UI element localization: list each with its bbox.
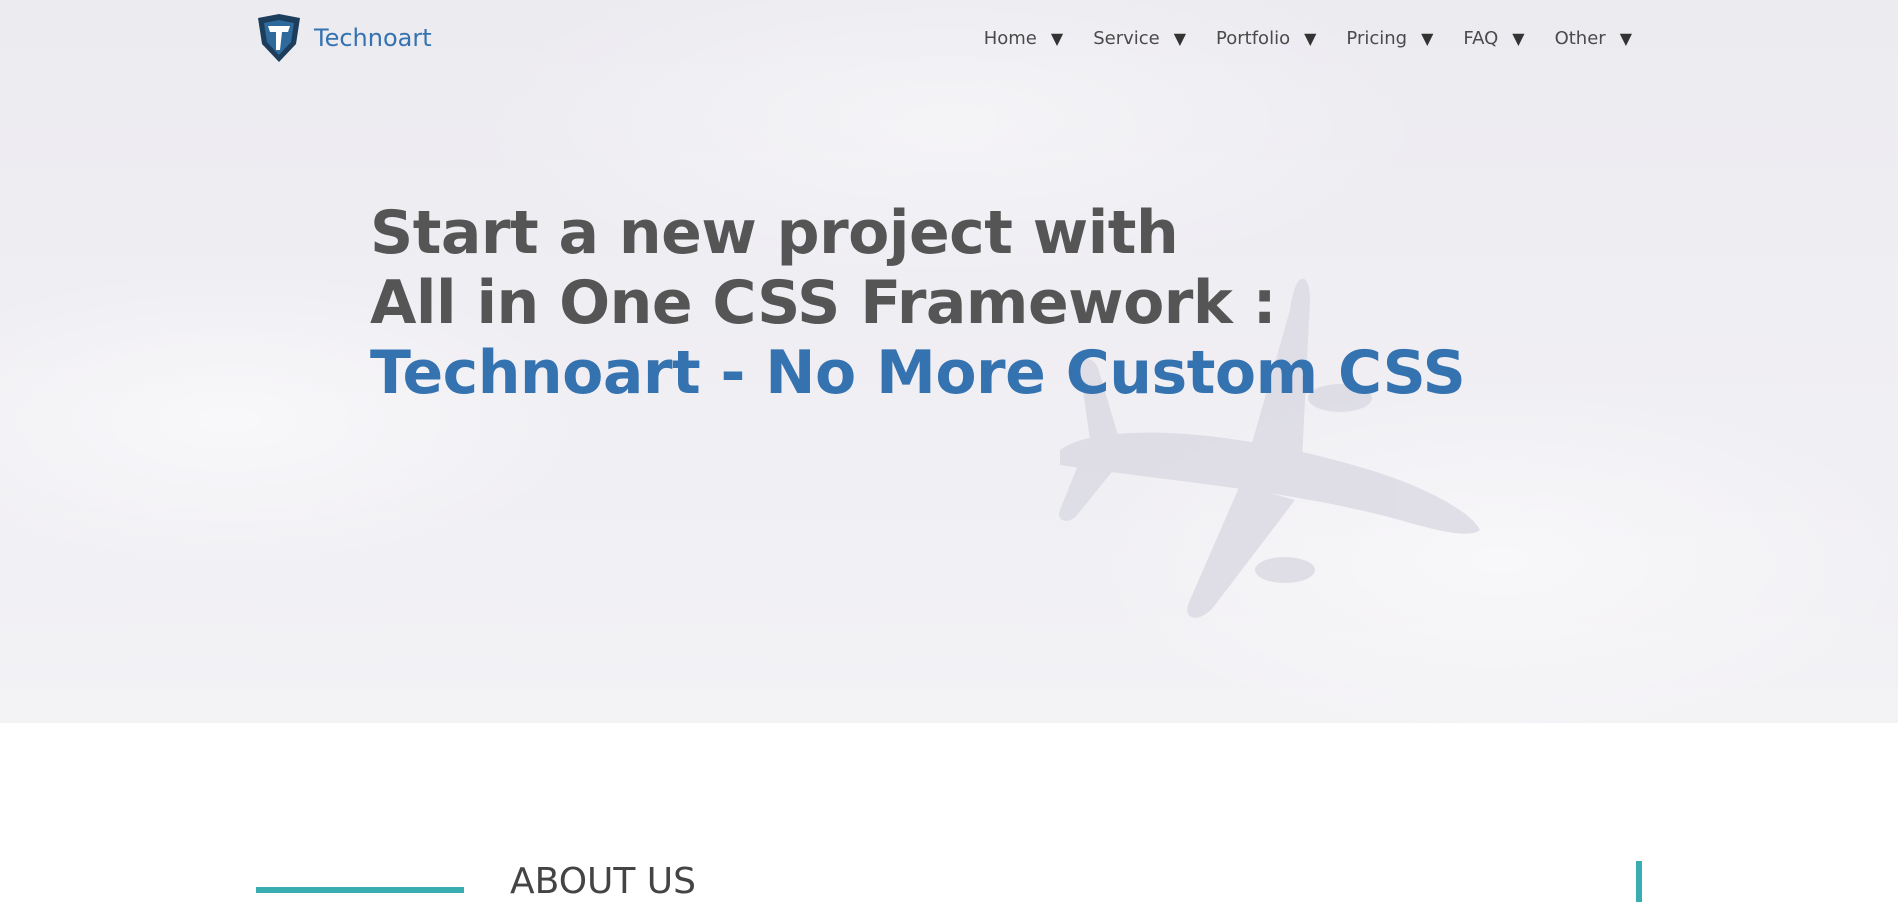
caret-down-icon: ▼	[1050, 28, 1064, 48]
caret-down-icon: ▼	[1421, 28, 1434, 48]
nav-item-faq[interactable]: FAQ ▼	[1463, 28, 1524, 49]
caret-down-icon: ▼	[1619, 28, 1632, 48]
caret-down-icon: ▼	[1304, 28, 1317, 48]
hero-headline-line-1: Start a new project with	[370, 198, 1179, 268]
nav-item-label: Other	[1554, 27, 1606, 49]
top-navbar: Technoart Home ▼ Service ▼ Portfolio ▼ P…	[0, 0, 1898, 76]
hero-headline-line-3: Technoart - No More Custom CSS	[370, 338, 1466, 408]
about-divider-line	[256, 887, 464, 893]
nav-item-service[interactable]: Service ▼	[1093, 28, 1186, 49]
hero-headline-line-2: All in One CSS Framework :	[370, 268, 1277, 338]
nav-item-home[interactable]: Home ▼	[984, 28, 1063, 49]
nav-item-label: Home	[983, 27, 1037, 49]
brand-name: Technoart	[314, 24, 432, 52]
about-section: ABOUT US	[0, 723, 1898, 902]
brand[interactable]: Technoart	[256, 14, 432, 62]
nav-item-portfolio[interactable]: Portfolio ▼	[1216, 28, 1316, 49]
hero-headline: Start a new project with All in One CSS …	[370, 198, 1466, 408]
nav-item-label: Pricing	[1346, 27, 1408, 49]
hero-section: Technoart Home ▼ Service ▼ Portfolio ▼ P…	[0, 0, 1898, 723]
main-nav: Home ▼ Service ▼ Portfolio ▼ Pricing ▼ F…	[984, 22, 1632, 54]
nav-item-other[interactable]: Other ▼	[1555, 28, 1632, 49]
about-accent-bar	[1636, 861, 1642, 902]
about-title: ABOUT US	[510, 861, 697, 902]
caret-down-icon: ▼	[1512, 28, 1525, 48]
nav-item-label: Portfolio	[1216, 27, 1291, 49]
caret-down-icon: ▼	[1173, 28, 1187, 48]
nav-item-label: FAQ	[1463, 27, 1499, 49]
nav-item-pricing[interactable]: Pricing ▼	[1346, 28, 1433, 49]
shield-t-logo-icon	[258, 14, 300, 62]
nav-item-label: Service	[1093, 27, 1160, 49]
